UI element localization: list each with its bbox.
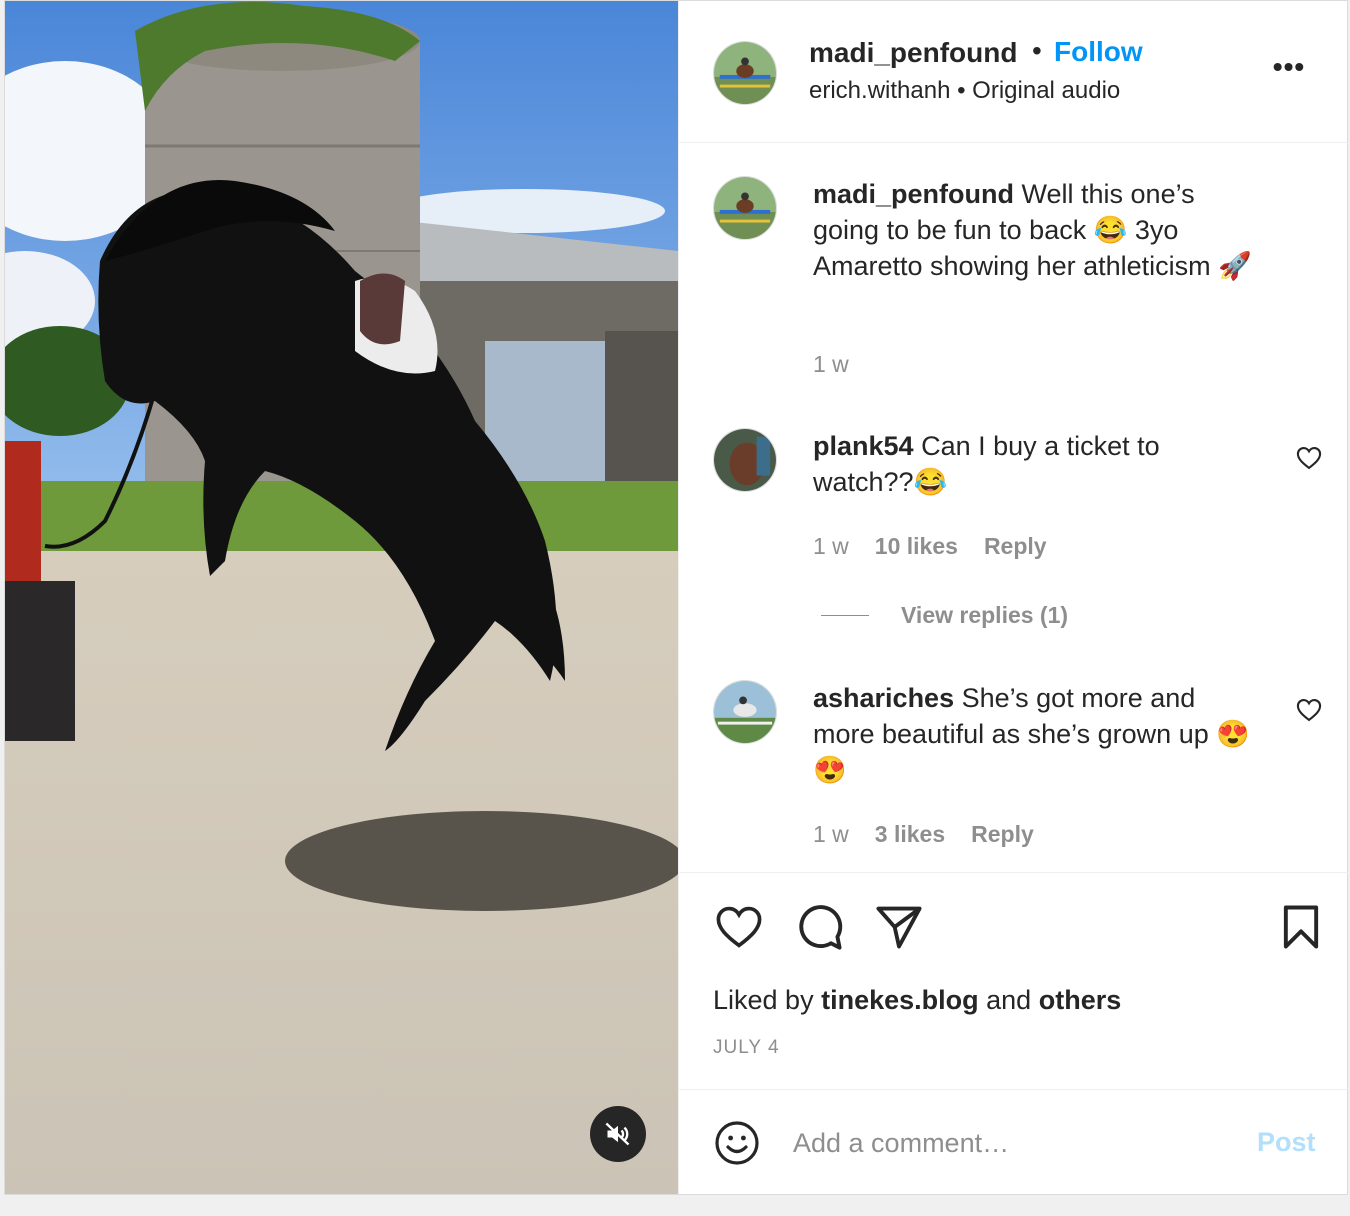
comment-time[interactable]: 1 w — [813, 821, 849, 848]
post-sidebar: madi_penfound • Follow erich.withanh • O… — [678, 1, 1349, 1194]
likes-and: and — [986, 985, 1032, 1015]
comment-username[interactable]: ashariches — [813, 683, 954, 713]
author-username[interactable]: madi_penfound — [809, 37, 1017, 69]
comment-composer: Post — [679, 1091, 1349, 1194]
reply-button[interactable]: Reply — [984, 533, 1047, 560]
comment-meta: 1 w 10 likes Reply — [813, 533, 1047, 560]
comment-meta: 1 w 3 likes Reply — [813, 821, 1034, 848]
post-caption: madi_penfound Well this one’s going to b… — [813, 176, 1253, 284]
liked-by-user[interactable]: tinekes.blog — [821, 985, 979, 1015]
mute-button[interactable] — [590, 1106, 646, 1162]
comment-icon[interactable] — [793, 901, 845, 953]
likes-summary: Liked by tinekes.blog and others — [713, 985, 1121, 1016]
comment-like-heart-icon[interactable] — [1295, 696, 1323, 724]
replies-divider — [821, 615, 869, 616]
comment-likes[interactable]: 3 likes — [875, 821, 945, 848]
comments-list[interactable]: madi_penfound Well this one’s going to b… — [679, 144, 1349, 872]
comment-avatar[interactable] — [713, 428, 777, 492]
caption-time[interactable]: 1 w — [813, 351, 849, 378]
audio-link[interactable]: Original audio — [972, 77, 1120, 104]
share-icon[interactable] — [873, 901, 925, 953]
caption-meta: 1 w — [813, 351, 849, 378]
bookmark-icon[interactable] — [1275, 901, 1327, 953]
more-icon: ••• — [1272, 51, 1306, 82]
post-dialog: madi_penfound • Follow erich.withanh • O… — [4, 0, 1349, 1195]
view-replies-label: View replies (1) — [901, 602, 1069, 628]
post-video[interactable] — [5, 1, 678, 1194]
reply-button[interactable]: Reply — [971, 821, 1034, 848]
comment-username[interactable]: plank54 — [813, 431, 914, 461]
likes-prefix: Liked by — [713, 985, 814, 1015]
more-options-button[interactable]: ••• — [1269, 47, 1309, 87]
comment-avatar[interactable] — [713, 680, 777, 744]
comment-text-block: plank54 Can I buy a ticket to watch??😂 — [813, 428, 1263, 500]
follow-button[interactable]: Follow — [1054, 36, 1143, 68]
author-avatar[interactable] — [713, 41, 777, 105]
audio-attribution: erich.withanh • Original audio — [809, 77, 1120, 105]
heart-icon[interactable] — [713, 901, 765, 953]
post-actions: Liked by tinekes.blog and others JULY 4 — [679, 872, 1349, 1090]
post-date[interactable]: JULY 4 — [713, 1037, 780, 1059]
emoji-icon[interactable] — [713, 1119, 761, 1167]
comment-text-block: ashariches She’s got more and more beaut… — [813, 680, 1263, 788]
comment-like-heart-icon[interactable] — [1295, 444, 1323, 472]
speaker-muted-icon — [605, 1122, 630, 1146]
comment-time[interactable]: 1 w — [813, 533, 849, 560]
video-frame-horse-rearing — [5, 1, 678, 1194]
audio-user-link[interactable]: erich.withanh — [809, 77, 950, 104]
view-replies-button[interactable]: View replies (1) — [821, 602, 1068, 629]
comment-input[interactable] — [793, 1121, 1233, 1165]
caption-author-avatar[interactable] — [713, 176, 777, 240]
audio-separator: • — [957, 77, 966, 104]
post-comment-button[interactable]: Post — [1257, 1127, 1316, 1158]
post-header: madi_penfound • Follow erich.withanh • O… — [679, 1, 1349, 143]
liked-by-others[interactable]: others — [1039, 985, 1122, 1015]
comment-likes[interactable]: 10 likes — [875, 533, 958, 560]
caption-username[interactable]: madi_penfound — [813, 179, 1014, 209]
separator-dot: • — [1032, 35, 1042, 66]
